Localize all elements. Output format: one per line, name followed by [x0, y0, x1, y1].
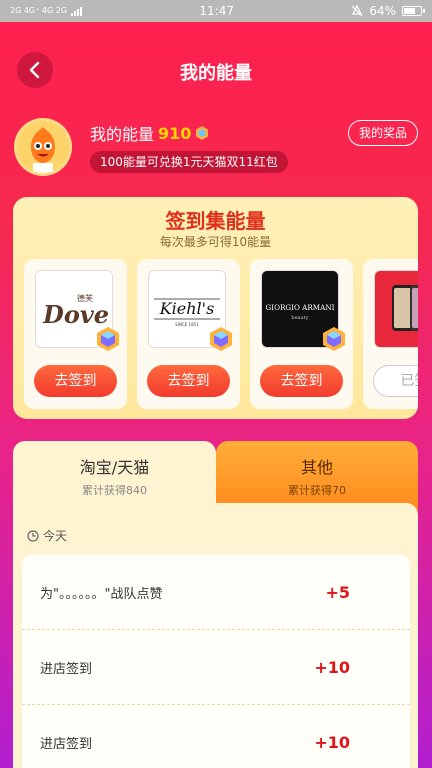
brand-list[interactable]: 德芙 Dove 去签到 Kiehl's SINCE 1851 去签到 GIORG… — [24, 259, 418, 409]
nav-bar: 我的能量 — [0, 50, 432, 90]
battery-icon — [402, 6, 425, 16]
signin-subtitle: 每次最多可得10能量 — [159, 235, 272, 249]
brand-card-iphone: 已签 — [363, 259, 418, 409]
my-rewards-button[interactable]: 我的奖品 — [347, 120, 418, 146]
record-panel: 今天 为"。。。。。。"战队点赞 +5 进店签到 +10 进店签到 +10 — [13, 503, 418, 768]
mute-icon — [351, 5, 363, 17]
list-item: 为"。。。。。。"战队点赞 +5 — [22, 555, 410, 630]
record-points: +10 — [314, 732, 350, 752]
record-points: +10 — [314, 657, 350, 677]
tab-taobao-tmall[interactable]: 淘宝/天猫 累计获得840 — [13, 441, 216, 511]
signin-card: 签到集能量 每次最多可得10能量 德芙 Dove 去签到 Kiehl's SIN… — [13, 197, 418, 419]
status-bar: 2G 4G⁺ 4G 2G 11:47 64% — [0, 0, 432, 22]
record-label: 进店签到 — [40, 736, 93, 752]
brand-card-kiehls: Kiehl's SINCE 1851 去签到 — [137, 259, 240, 409]
page-title: 我的能量 — [180, 63, 252, 84]
tab-label: 淘宝/天猫 — [79, 458, 150, 477]
list-item: 进店签到 +10 — [22, 630, 410, 705]
date-label: 今天 — [43, 529, 68, 543]
signin-title: 签到集能量 — [165, 209, 266, 233]
avatar[interactable] — [14, 118, 72, 176]
exchange-info: 100能量可兑换1元天猫双11红包 — [90, 151, 288, 173]
signin-button-kiehls[interactable]: 去签到 — [147, 365, 230, 397]
record-label: 为"。。。。。。"战队点赞 — [40, 586, 163, 602]
kiehls-logo-tag: SINCE 1851 — [175, 322, 199, 327]
tab-other[interactable]: 其他 累计获得70 — [216, 441, 418, 511]
clock-icon — [27, 529, 39, 542]
tab-total: 累计获得70 — [288, 484, 346, 497]
tab-label: 其他 — [300, 458, 333, 477]
tab-total: 累计获得840 — [82, 484, 147, 497]
record-label: 进店签到 — [40, 661, 93, 677]
battery-percent: 64% — [369, 4, 396, 18]
energy-gem-icon — [196, 126, 209, 140]
armani-logo-text: GIORGIO ARMANI — [266, 303, 335, 312]
signin-button-armani[interactable]: 去签到 — [260, 365, 343, 397]
iphone-image — [374, 270, 418, 348]
signin-button-iphone[interactable]: 已签 — [373, 365, 418, 397]
record-points: +5 — [325, 582, 350, 602]
energy-gem-icon — [323, 327, 345, 351]
signin-button-dove[interactable]: 去签到 — [34, 365, 117, 397]
mascot-avatar-icon — [17, 121, 69, 173]
energy-value: 910 — [158, 123, 192, 143]
record-list: 为"。。。。。。"战队点赞 +5 进店签到 +10 进店签到 +10 — [22, 555, 410, 768]
list-item: 进店签到 +10 — [22, 705, 410, 768]
dove-logo-text: Dove — [42, 300, 109, 329]
energy-gem-icon — [210, 327, 232, 351]
status-time: 11:47 — [199, 4, 234, 18]
energy-label: 我的能量 — [90, 125, 155, 144]
signal-indicators: 2G 4G⁺ 4G 2G — [10, 6, 83, 16]
energy-summary: 我的能量 910 — [90, 121, 209, 145]
armani-logo-sub: beauty — [291, 315, 308, 321]
date-header: 今天 — [27, 527, 67, 544]
energy-records: 淘宝/天猫 累计获得840 其他 累计获得70 今天 为"。。。。。。"战队点赞… — [13, 441, 418, 768]
phone-icon — [392, 285, 418, 331]
brand-card-dove: 德芙 Dove 去签到 — [24, 259, 127, 409]
energy-gem-icon — [97, 327, 119, 351]
kiehls-logo-text: Kiehl's — [159, 299, 215, 318]
brand-card-armani: GIORGIO ARMANI beauty 去签到 — [250, 259, 353, 409]
signal-icon — [71, 6, 83, 16]
network-label: 2G 4G⁺ 4G 2G — [10, 6, 68, 15]
